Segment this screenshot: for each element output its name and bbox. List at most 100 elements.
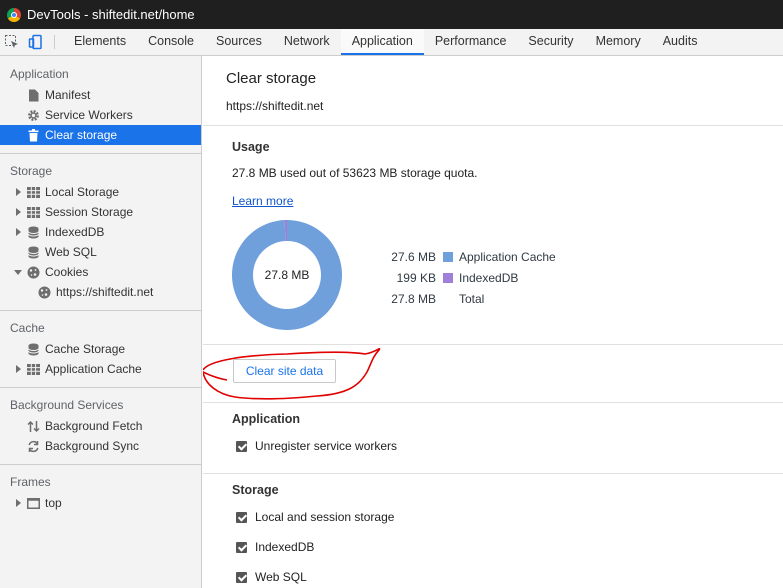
checkbox-checked-icon[interactable] [236, 541, 247, 553]
section-divider [203, 473, 783, 474]
tab-network[interactable]: Network [273, 29, 341, 55]
tab-console[interactable]: Console [137, 29, 205, 55]
sidebar-item-label: Background Fetch [45, 419, 143, 433]
database-icon [27, 343, 40, 356]
checkbox-label: IndexedDB [255, 540, 315, 554]
sidebar-item-label: Manifest [45, 88, 91, 102]
legend-row-indexeddb: 199 KB IndexedDB [373, 267, 573, 288]
trash-icon [27, 128, 40, 142]
tab-sources[interactable]: Sources [205, 29, 273, 55]
donut-center-label: 27.8 MB [265, 268, 310, 282]
usage-heading: Usage [232, 140, 270, 154]
checkbox-checked-icon[interactable] [236, 440, 247, 452]
sidebar-item-clear-storage[interactable]: Clear storage [0, 125, 201, 145]
collapse-arrow-icon[interactable] [14, 270, 22, 275]
cookie-icon [27, 266, 40, 279]
document-icon [27, 89, 40, 102]
sidebar-item-label: Cache Storage [45, 342, 126, 356]
checkbox-label: Unregister service workers [255, 439, 398, 453]
sidebar-item-label: Application Cache [45, 362, 142, 376]
checkbox-label: Web SQL [255, 570, 307, 584]
sidebar-item-label: Session Storage [45, 205, 134, 219]
sidebar-item-label: Cookies [45, 265, 89, 279]
sidebar-item-manifest[interactable]: Manifest [0, 85, 201, 105]
legend-size: 27.8 MB [391, 291, 436, 306]
section-divider [203, 125, 783, 126]
sidebar-item-application-cache[interactable]: Application Cache [0, 359, 201, 379]
database-icon [27, 226, 40, 239]
tab-performance[interactable]: Performance [424, 29, 518, 55]
sidebar-item-frame-top[interactable]: top [0, 493, 201, 513]
legend-label: IndexedDB [459, 270, 519, 285]
tab-application[interactable]: Application [340, 29, 424, 55]
checkbox-web-sql[interactable]: Web SQL [236, 569, 307, 585]
clear-storage-panel: Clear storage https://shiftedit.net Usag… [203, 56, 783, 588]
sidebar-item-cache-storage[interactable]: Cache Storage [0, 339, 201, 359]
storage-section-heading: Storage [232, 483, 279, 497]
window-titlebar: DevTools - shiftedit.net/home [0, 0, 783, 29]
chrome-logo-icon [7, 7, 21, 22]
legend-swatch-empty [443, 294, 453, 304]
sidebar-item-web-sql[interactable]: Web SQL [0, 242, 201, 262]
sidebar-item-indexeddb[interactable]: IndexedDB [0, 222, 201, 242]
sidebar-item-background-sync[interactable]: Background Sync [0, 436, 201, 456]
sidebar-item-label: https://shiftedit.net [56, 285, 154, 299]
legend-label: Application Cache [459, 249, 556, 264]
tab-security[interactable]: Security [517, 29, 584, 55]
checkbox-checked-icon[interactable] [236, 511, 247, 523]
checkbox-checked-icon[interactable] [236, 571, 247, 583]
gear-icon [27, 109, 40, 122]
up-down-arrows-icon [27, 420, 40, 433]
database-icon [27, 246, 40, 259]
expand-arrow-icon[interactable] [16, 499, 21, 507]
sidebar-section-storage: Storage [10, 164, 53, 178]
sidebar-item-label: Clear storage [45, 128, 118, 142]
sidebar-section-background-services: Background Services [10, 398, 124, 412]
inspect-element-icon[interactable] [0, 29, 24, 55]
sidebar-section-application: Application [10, 67, 69, 81]
sidebar: Application Manifest Service Workers Cle… [0, 56, 202, 588]
origin-url: https://shiftedit.net [226, 99, 324, 113]
application-section-heading: Application [232, 412, 301, 426]
tab-audits[interactable]: Audits [652, 29, 709, 55]
expand-arrow-icon[interactable] [16, 365, 21, 373]
checkbox-unregister-service-workers[interactable]: Unregister service workers [236, 438, 397, 454]
sidebar-section-cache: Cache [10, 321, 45, 335]
sidebar-item-local-storage[interactable]: Local Storage [0, 182, 201, 202]
sidebar-item-cookie-origin[interactable]: https://shiftedit.net [0, 282, 201, 302]
usage-legend: 27.6 MB Application Cache 199 KB Indexed… [373, 246, 573, 309]
sidebar-item-service-workers[interactable]: Service Workers [0, 105, 201, 125]
sidebar-item-cookies[interactable]: Cookies [0, 262, 201, 282]
expand-arrow-icon[interactable] [16, 188, 21, 196]
page-title: Clear storage [226, 70, 317, 87]
expand-arrow-icon[interactable] [16, 208, 21, 216]
sync-icon [27, 440, 40, 453]
learn-more-link[interactable]: Learn more [232, 194, 293, 208]
grid-icon [27, 363, 40, 376]
devtools-tabbar: Elements Console Sources Network Applica… [0, 29, 783, 56]
sidebar-item-session-storage[interactable]: Session Storage [0, 202, 201, 222]
legend-row-application-cache: 27.6 MB Application Cache [373, 246, 573, 267]
tab-memory[interactable]: Memory [585, 29, 652, 55]
sidebar-item-label: top [45, 496, 62, 510]
section-divider [203, 344, 783, 345]
legend-size: 27.6 MB [391, 249, 436, 264]
legend-swatch [443, 251, 453, 262]
expand-arrow-icon[interactable] [16, 228, 21, 236]
sidebar-item-background-fetch[interactable]: Background Fetch [0, 416, 201, 436]
device-toolbar-icon[interactable] [24, 29, 48, 55]
tab-elements[interactable]: Elements [63, 29, 137, 55]
cookie-icon [38, 286, 51, 299]
window-title: DevTools - shiftedit.net/home [27, 7, 195, 22]
sidebar-item-label: IndexedDB [45, 225, 105, 239]
legend-label: Total [459, 291, 485, 306]
checkbox-indexeddb[interactable]: IndexedDB [236, 539, 314, 555]
frame-icon [27, 497, 40, 510]
sidebar-section-frames: Frames [10, 475, 51, 489]
checkbox-local-session-storage[interactable]: Local and session storage [236, 509, 394, 525]
sidebar-item-label: Local Storage [45, 185, 120, 199]
checkbox-label: Local and session storage [255, 510, 395, 524]
grid-icon [27, 206, 40, 219]
sidebar-item-label: Service Workers [45, 108, 133, 122]
clear-site-data-button[interactable]: Clear site data [233, 359, 336, 383]
